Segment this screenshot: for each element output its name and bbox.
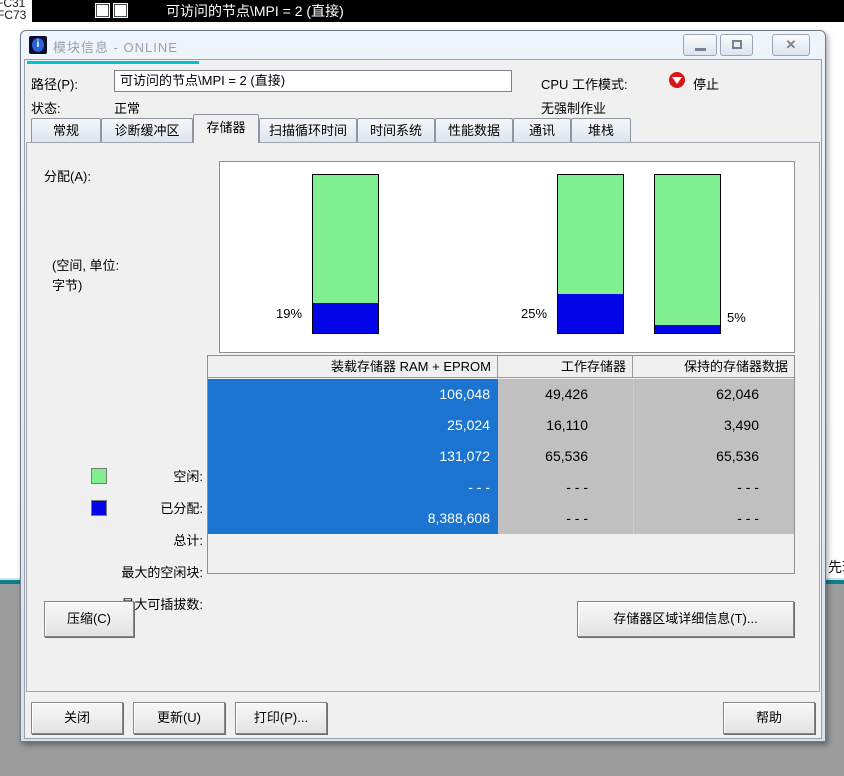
background-node-bar: 可访问的节点\MPI = 2 (直接) <box>32 0 844 22</box>
maximize-icon <box>732 40 742 49</box>
close-window-button[interactable]: ✕ <box>772 34 810 56</box>
update-button[interactable]: 更新(U) <box>133 702 225 734</box>
minimize-icon <box>695 48 706 51</box>
module-info-icon: i <box>29 36 47 54</box>
table-row: 106,048 49,426 62,046 <box>208 379 794 410</box>
close-icon: ✕ <box>773 35 809 55</box>
cell-largest-block-load[interactable]: - - - <box>208 472 498 503</box>
cpu-mode-label: CPU 工作模式: <box>541 74 628 93</box>
background-block-text-2: FC73 <box>0 8 26 22</box>
table-row: - - - - - - - - - <box>208 472 794 503</box>
table-row: 131,072 65,536 65,536 <box>208 441 794 472</box>
cell-largest-block-work[interactable]: - - - <box>498 472 633 503</box>
cell-free-load[interactable]: 106,048 <box>208 379 498 410</box>
module-info-dialog: i 模块信息 - ONLINE ✕ 路径(P): 可访问的节点\MPI = 2 … <box>20 30 826 742</box>
memory-table-header: 装载存储器 RAM + EPROM 工作存储器 保持的存储器数据 <box>208 356 794 378</box>
dialog-client-area: 路径(P): 可访问的节点\MPI = 2 (直接) CPU 工作模式: 停止 … <box>24 59 822 739</box>
tab-comm[interactable]: 通讯 <box>513 118 571 143</box>
tab-performance[interactable]: 性能数据 <box>435 118 513 143</box>
cell-max-pluggable-work[interactable]: - - - <box>498 503 633 534</box>
checkbox-2[interactable] <box>114 4 127 17</box>
print-button[interactable]: 打印(P)... <box>235 702 327 734</box>
table-row: 8,388,608 - - - - - - <box>208 503 794 534</box>
cell-max-pluggable-load[interactable]: 8,388,608 <box>208 503 498 534</box>
allocated-segment <box>558 294 623 334</box>
cell-free-retentive[interactable]: 62,046 <box>633 379 794 410</box>
cell-allocated-load[interactable]: 25,024 <box>208 410 498 441</box>
memory-details-button[interactable]: 存储器区域详细信息(T)... <box>577 601 794 637</box>
free-segment <box>558 175 623 294</box>
cell-total-work[interactable]: 65,536 <box>498 441 633 472</box>
close-button[interactable]: 关闭 <box>31 702 123 734</box>
compress-button[interactable]: 压缩(C) <box>44 601 134 637</box>
free-segment <box>313 175 378 303</box>
tab-time-system[interactable]: 时间系统 <box>357 118 435 143</box>
tab-scan-cycle[interactable]: 扫描循环时间 <box>259 118 357 143</box>
retentive-memory-bar <box>654 174 721 334</box>
title-bar[interactable]: i 模块信息 - ONLINE ✕ <box>21 31 825 59</box>
dialog-title: 模块信息 - ONLINE <box>53 37 178 56</box>
allocated-segment <box>655 325 720 333</box>
unit-label-line2: 字节) <box>52 275 82 294</box>
cell-free-work[interactable]: 49,426 <box>498 379 633 410</box>
force-job-text: 无强制作业 <box>541 98 606 117</box>
row-label-total: 总计: <box>43 525 203 556</box>
cpu-stop-icon <box>669 72 685 88</box>
maximize-button[interactable] <box>720 34 753 56</box>
title-underline-artifact <box>27 61 199 64</box>
memory-tab-pane: 分配(A): (空间, 单位: 字节) <box>26 142 820 692</box>
help-button[interactable]: 帮助 <box>723 702 815 734</box>
screen: FC31 FC73 可访问的节点\MPI = 2 (直接) 先现 i 模块信息 … <box>0 0 844 776</box>
work-memory-bar <box>557 174 624 334</box>
tab-memory[interactable]: 存储器 <box>193 114 259 143</box>
cell-total-load[interactable]: 131,072 <box>208 441 498 472</box>
cell-allocated-retentive[interactable]: 3,490 <box>633 410 794 441</box>
table-row: 25,024 16,110 3,490 <box>208 410 794 441</box>
memory-table: 装载存储器 RAM + EPROM 工作存储器 保持的存储器数据 106,048… <box>207 355 795 574</box>
column-header-load-memory[interactable]: 装载存储器 RAM + EPROM <box>208 356 498 378</box>
checkbox-1[interactable] <box>96 4 109 17</box>
status-value: 正常 <box>114 98 140 117</box>
cell-largest-block-retentive[interactable]: - - - <box>633 472 794 503</box>
background-right-text: 先现 <box>828 557 844 577</box>
background-node-label: 可访问的节点\MPI = 2 (直接) <box>166 0 344 22</box>
row-label-allocated: 已分配: <box>43 493 203 524</box>
allocated-segment <box>313 303 378 333</box>
work-memory-percent: 25% <box>521 306 547 321</box>
row-label-largest-free-block: 最大的空闲块: <box>43 557 203 588</box>
minimize-button[interactable] <box>683 34 717 56</box>
retentive-memory-percent: 5% <box>727 310 746 325</box>
memory-bars-panel: 19% 25% 5% <box>219 161 795 353</box>
path-label: 路径(P): <box>31 74 78 93</box>
load-memory-bar <box>312 174 379 334</box>
cell-allocated-work[interactable]: 16,110 <box>498 410 633 441</box>
row-label-free: 空闲: <box>43 461 203 492</box>
path-field[interactable]: 可访问的节点\MPI = 2 (直接) <box>114 70 512 92</box>
column-header-retentive-memory[interactable]: 保持的存储器数据 <box>633 356 794 378</box>
cpu-mode-value: 停止 <box>693 74 719 93</box>
tab-general[interactable]: 常规 <box>31 118 101 143</box>
column-header-work-memory[interactable]: 工作存储器 <box>498 356 633 378</box>
load-memory-percent: 19% <box>276 306 302 321</box>
tab-stack[interactable]: 堆栈 <box>571 118 631 143</box>
free-segment <box>655 175 720 325</box>
cell-total-retentive[interactable]: 65,536 <box>633 441 794 472</box>
cell-max-pluggable-retentive[interactable]: - - - <box>633 503 794 534</box>
tab-diag-buffer[interactable]: 诊断缓冲区 <box>101 118 193 143</box>
alloc-label: 分配(A): <box>44 166 91 185</box>
unit-label-line1: (空间, 单位: <box>52 255 119 274</box>
status-label: 状态: <box>31 98 61 117</box>
